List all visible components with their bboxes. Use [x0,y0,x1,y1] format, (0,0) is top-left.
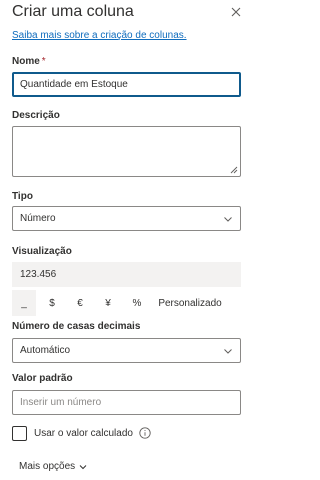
resize-grip-icon[interactable] [230,166,238,174]
type-label: Tipo [12,191,33,202]
type-dropdown-value: Número [20,213,56,224]
calculated-value-label: Usar o valor calculado [34,427,133,439]
close-icon [231,7,241,17]
name-input[interactable]: Quantidade em Estoque [12,72,241,97]
name-label: Nome * [12,56,46,67]
description-textarea[interactable] [12,126,241,177]
format-options: _ $ € ¥ % Personalizado [12,290,241,316]
decimals-dropdown-value: Automático [20,345,71,356]
description-label: Descrição [12,110,60,121]
format-option-custom[interactable]: Personalizado [152,290,228,316]
required-mark: * [41,56,46,67]
more-options-label: Mais opções [19,461,76,472]
type-dropdown[interactable]: Número [12,206,241,231]
name-input-value: Quantidade em Estoque [20,79,128,90]
preview-value: 123.456 [20,269,57,280]
calculated-value-checkbox[interactable] [12,425,27,441]
format-option-none[interactable]: _ [12,290,36,316]
more-options-button[interactable]: Mais opções [19,461,87,472]
info-icon[interactable] [139,427,151,439]
preview-value-box: 123.456 [12,262,241,287]
format-option-percent[interactable]: % [126,290,148,316]
default-value-placeholder: Inserir um número [20,397,102,408]
learn-more-link[interactable]: Saiba mais sobre a criação de colunas. [12,30,187,41]
create-column-panel: Criar uma coluna Saiba mais sobre a cria… [0,0,259,480]
preview-label: Visualização [12,246,72,257]
format-option-euro[interactable]: € [70,290,90,316]
decimals-dropdown[interactable]: Automático [12,338,241,363]
format-option-dollar[interactable]: $ [42,290,62,316]
panel-title: Criar uma coluna [12,3,134,20]
chevron-down-icon [79,464,87,469]
format-option-yen[interactable]: ¥ [98,290,118,316]
chevron-down-icon [224,348,232,354]
default-value-label: Valor padrão [12,373,73,384]
decimals-label: Número de casas decimais [12,321,141,332]
calculated-value-row: Usar o valor calculado [12,425,151,441]
close-button[interactable] [229,5,243,19]
name-label-text: Nome [12,56,40,67]
default-value-input[interactable]: Inserir um número [12,390,241,415]
chevron-down-icon [224,216,232,222]
